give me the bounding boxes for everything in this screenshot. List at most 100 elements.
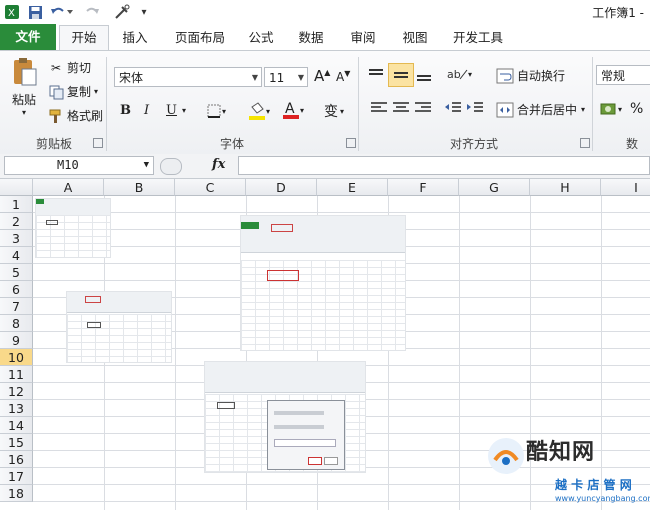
undo-icon[interactable]	[48, 3, 74, 21]
row-header[interactable]: 9	[0, 332, 33, 349]
tab-review[interactable]: 审阅	[344, 26, 382, 49]
embedded-screenshot-picture[interactable]	[35, 198, 111, 258]
alignment-launcher-icon[interactable]	[580, 138, 590, 148]
row-header[interactable]: 2	[0, 213, 33, 230]
orientation-button[interactable]: ab ▾	[446, 65, 472, 83]
embedded-screenshot-picture[interactable]	[204, 361, 366, 473]
grow-font-button[interactable]: A▲	[314, 67, 330, 85]
percent-button[interactable]: %	[630, 101, 643, 117]
column-header-d[interactable]: D	[246, 179, 317, 196]
scissors-icon: ✂	[50, 60, 62, 75]
number-format-select[interactable]: 常规	[596, 65, 650, 85]
italic-button[interactable]: I	[144, 103, 149, 118]
wrap-text-label: 自动换行	[517, 69, 566, 83]
row-header[interactable]: 4	[0, 247, 33, 264]
row-header[interactable]: 8	[0, 315, 33, 332]
row-header[interactable]: 14	[0, 417, 33, 434]
customize-icon[interactable]: ▾	[138, 3, 150, 21]
row-header[interactable]: 15	[0, 434, 33, 451]
tab-insert[interactable]: 插入	[115, 26, 155, 49]
column-header-e[interactable]: E	[317, 179, 388, 196]
formula-bar-splitter[interactable]	[160, 158, 182, 175]
underline-button[interactable]: U	[166, 103, 177, 118]
bold-button[interactable]: B	[120, 103, 131, 118]
chevron-down-icon[interactable]: ▾	[581, 105, 585, 114]
save-icon[interactable]	[26, 3, 44, 21]
align-top-button[interactable]	[366, 67, 386, 83]
row-header[interactable]: 16	[0, 451, 33, 468]
row-header[interactable]: 5	[0, 264, 33, 281]
font-launcher-icon[interactable]	[346, 138, 356, 148]
row-header[interactable]: 18	[0, 485, 33, 502]
align-bottom-button[interactable]	[414, 67, 434, 83]
clipboard-launcher-icon[interactable]	[93, 138, 103, 148]
merge-cells-icon	[496, 102, 514, 117]
merge-center-label: 合并后居中	[517, 103, 578, 117]
fill-color-button[interactable]: ▾	[248, 101, 270, 121]
column-header-h[interactable]: H	[530, 179, 601, 196]
phonetic-button[interactable]: 变 ▾	[324, 101, 344, 121]
picture-selected-cell	[87, 322, 101, 328]
border-button[interactable]: ▾	[206, 103, 226, 119]
tab-developer[interactable]: 开发工具	[446, 26, 510, 49]
cut-button[interactable]: ✂ 剪切	[48, 59, 91, 76]
increase-indent-button[interactable]	[466, 101, 484, 115]
font-size-select[interactable]: 11 ▼	[264, 67, 308, 87]
tools-icon[interactable]	[112, 3, 132, 21]
row-header[interactable]: 13	[0, 400, 33, 417]
merge-center-button[interactable]: 合并后居中 ▾	[496, 101, 585, 118]
shrink-font-button[interactable]: A▼	[336, 69, 350, 84]
column-header-f[interactable]: F	[388, 179, 459, 196]
column-header-b[interactable]: B	[104, 179, 175, 196]
align-middle-button[interactable]	[388, 63, 414, 87]
format-painter-button[interactable]: 格式刷	[48, 107, 103, 124]
redo-icon[interactable]	[80, 3, 106, 21]
name-box[interactable]: M10 ▼	[4, 156, 154, 175]
wrap-text-button[interactable]: 自动换行	[496, 67, 565, 84]
decrease-indent-button[interactable]	[444, 101, 462, 115]
picture-ribbon	[67, 292, 171, 313]
paste-dropdown-icon[interactable]: ▾	[22, 108, 26, 117]
font-name-value: 宋体	[119, 71, 144, 85]
copy-button[interactable]: 复制 ▾	[48, 83, 98, 100]
font-name-select[interactable]: 宋体 ▼	[114, 67, 262, 87]
embedded-screenshot-picture[interactable]	[240, 215, 406, 351]
currency-button[interactable]: ▾	[600, 101, 622, 117]
name-box-value: M10	[57, 158, 79, 172]
picture-dialog-field	[274, 439, 336, 447]
copy-dropdown-icon[interactable]: ▾	[94, 87, 98, 96]
row-header[interactable]: 7	[0, 298, 33, 315]
row-header-selected[interactable]: 10	[0, 349, 33, 366]
column-header-g[interactable]: G	[459, 179, 530, 196]
select-all-corner[interactable]	[0, 179, 33, 196]
insert-function-button[interactable]: fx	[212, 157, 225, 172]
picture-dialog-cancel	[324, 457, 338, 465]
align-center-button[interactable]	[392, 101, 410, 115]
paste-button[interactable]: 粘贴 ▾	[6, 57, 42, 117]
column-header-c[interactable]: C	[175, 179, 246, 196]
excel-icon[interactable]: X	[3, 3, 21, 21]
align-right-button[interactable]	[414, 101, 432, 115]
underline-dropdown-icon[interactable]: ▾	[182, 106, 186, 115]
formula-input[interactable]	[238, 156, 650, 175]
tab-home[interactable]: 开始	[59, 25, 109, 51]
column-header-a[interactable]: A	[33, 179, 104, 196]
tab-formulas[interactable]: 公式	[242, 26, 280, 49]
column-header-i[interactable]: I	[601, 179, 650, 196]
row-header[interactable]: 11	[0, 366, 33, 383]
border-icon	[207, 104, 221, 118]
tab-data[interactable]: 数据	[292, 26, 330, 49]
row-header[interactable]: 3	[0, 230, 33, 247]
tab-page-layout[interactable]: 页面布局	[168, 26, 232, 49]
embedded-screenshot-picture[interactable]	[66, 291, 172, 363]
font-color-button[interactable]: A ▾	[282, 100, 304, 120]
row-header[interactable]: 6	[0, 281, 33, 298]
align-left-button[interactable]	[370, 101, 388, 115]
row-header[interactable]: 12	[0, 383, 33, 400]
tab-file[interactable]: 文件	[0, 24, 56, 50]
fill-bucket-icon	[249, 102, 265, 120]
row-header[interactable]: 17	[0, 468, 33, 485]
svg-text:A: A	[285, 101, 295, 117]
tab-view[interactable]: 视图	[396, 26, 434, 49]
row-header[interactable]: 1	[0, 196, 33, 213]
